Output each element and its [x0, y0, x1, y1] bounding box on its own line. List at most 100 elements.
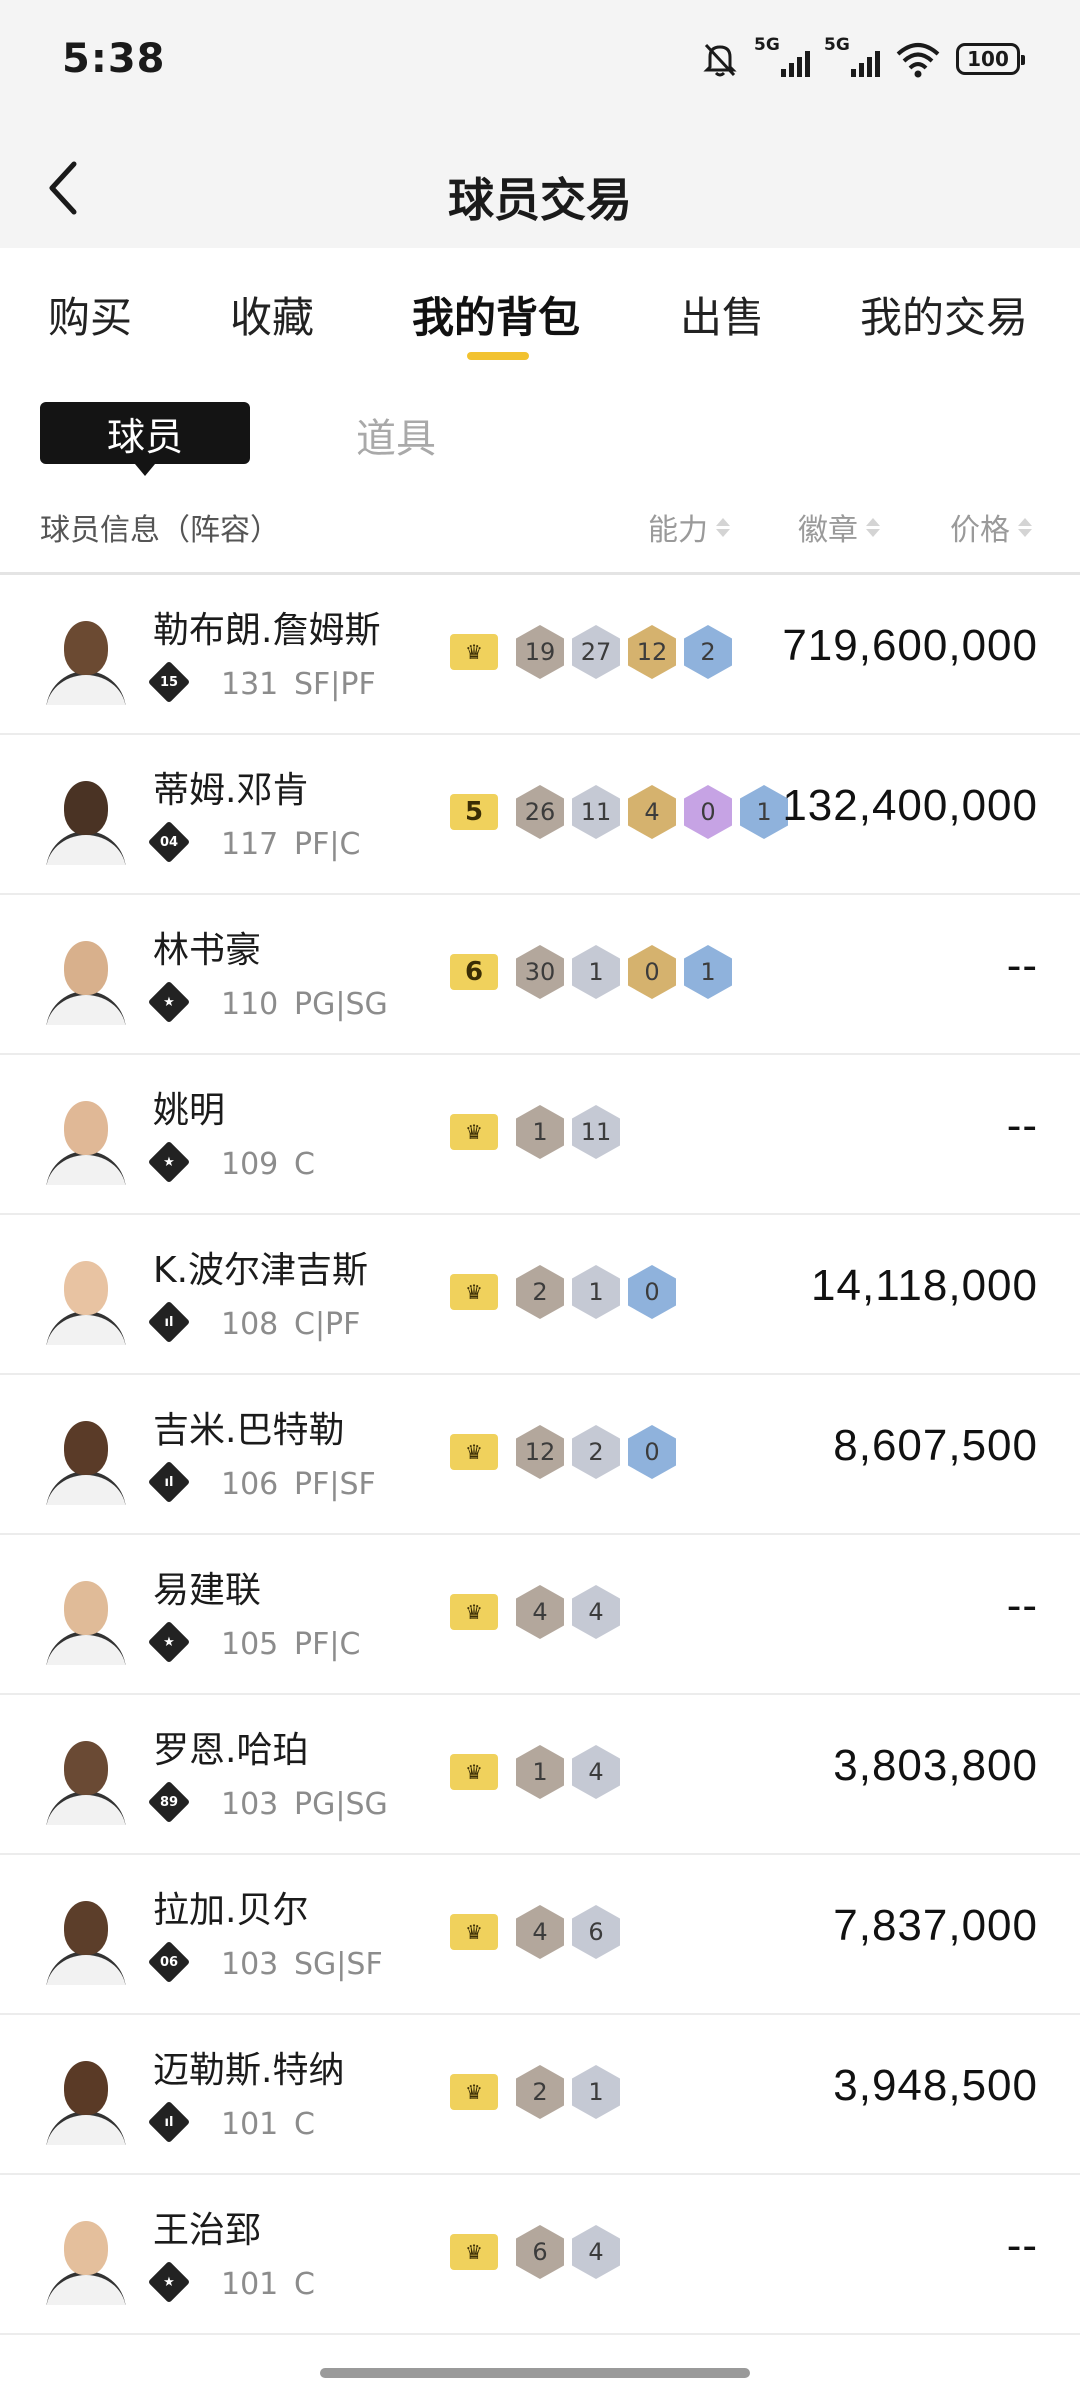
badge-count-hex: 2 — [516, 2065, 564, 2119]
player-price: -- — [1006, 2221, 1038, 2270]
player-row[interactable]: 林书豪 ★ 110 PG|SG 6 30 1 0 1 -- — [0, 895, 1080, 1055]
badge-group: ♛ 19 27 12 2 — [450, 625, 732, 679]
column-price[interactable]: 价格 — [950, 505, 1032, 549]
player-avatar — [40, 2045, 132, 2145]
player-row[interactable]: 蒂姆.邓肯 04 117 PF|C 5 26 11 4 0 1 132,400,000 — [0, 735, 1080, 895]
badge-group: ♛ 2 1 0 — [450, 1265, 676, 1319]
subtab-players[interactable]: 球员 — [40, 402, 250, 476]
player-row[interactable]: 易建联 ★ 105 PF|C ♛ 4 4 -- — [0, 1535, 1080, 1695]
player-name: 王治郅 — [153, 2210, 262, 2251]
badge-count-hex: 12 — [628, 625, 676, 679]
badge-group: ♛ 12 2 0 — [450, 1425, 676, 1479]
tier-badge-icon: ıl — [147, 2100, 191, 2144]
status-icons: 5G 5G 100 — [700, 35, 1025, 82]
player-avatar — [40, 1405, 132, 1505]
tab-bar: 购买 收藏 我的背包 出售 我的交易 — [0, 248, 1080, 378]
player-row[interactable]: 勒布朗.詹姆斯 15 131 SF|PF ♛ 19 27 12 2 719,600,000 — [0, 575, 1080, 735]
column-badge[interactable]: 徽章 — [798, 505, 880, 549]
badge-group: ♛ 2 1 — [450, 2065, 620, 2119]
player-avatar — [40, 925, 132, 1025]
badge-group: 6 30 1 0 1 — [450, 945, 732, 999]
tier-badge-icon: ıl — [147, 1300, 191, 1344]
signal-icon: 5G — [824, 35, 880, 79]
player-price: -- — [1006, 941, 1038, 990]
player-row[interactable]: 迈勒斯.特纳 ıl 101 C ♛ 2 1 3,948,500 — [0, 2015, 1080, 2175]
player-name: 易建联 — [153, 1570, 262, 1611]
sort-icon — [716, 517, 730, 537]
player-row[interactable]: 姚明 ★ 109 C ♛ 1 11 -- — [0, 1055, 1080, 1215]
badge-count-hex: 0 — [684, 785, 732, 839]
status-time: 5:38 — [62, 36, 166, 82]
player-rating: 101 — [221, 2107, 279, 2142]
player-rating: 117 — [221, 827, 279, 862]
badge-count-hex: 4 — [628, 785, 676, 839]
badge-count-hex: 4 — [572, 1745, 620, 1799]
network-label: 5G — [824, 35, 850, 55]
badge-count-hex: 12 — [516, 1425, 564, 1479]
player-name: 吉米.巴特勒 — [153, 1410, 345, 1451]
player-price: 3,803,800 — [833, 1741, 1038, 1790]
badge-count-hex: 4 — [572, 2225, 620, 2279]
player-price: 7,837,000 — [833, 1901, 1038, 1950]
tab-my-backpack[interactable]: 我的背包 — [412, 284, 580, 345]
player-position: PG|SG — [294, 987, 388, 1022]
player-price: -- — [1006, 1581, 1038, 1630]
player-position: PF|C — [294, 827, 361, 862]
tab-sell[interactable]: 出售 — [680, 284, 764, 345]
player-price: -- — [1006, 1101, 1038, 1150]
tab-my-trades[interactable]: 我的交易 — [860, 284, 1028, 345]
tier-badge-icon: 15 — [147, 660, 191, 704]
tier-badge-label: 04 — [159, 834, 179, 850]
tab-favorites[interactable]: 收藏 — [230, 284, 314, 345]
badge-count-hex: 26 — [516, 785, 564, 839]
player-row[interactable]: K.波尔津吉斯 ıl 108 C|PF ♛ 2 1 0 14,118,000 — [0, 1215, 1080, 1375]
badge-count-hex: 0 — [628, 945, 676, 999]
tier-badge-icon: ★ — [147, 980, 191, 1024]
player-row[interactable]: 拉加.贝尔 06 103 SG|SF ♛ 4 6 7,837,000 — [0, 1855, 1080, 2015]
column-ability[interactable]: 能力 — [648, 505, 730, 549]
badge-count-hex: 1 — [516, 1105, 564, 1159]
badge-count-hex: 0 — [628, 1425, 676, 1479]
player-position: C — [294, 2267, 315, 2302]
player-name: 拉加.贝尔 — [153, 1890, 309, 1931]
badge-count-hex: 4 — [572, 1585, 620, 1639]
column-price-label: 价格 — [950, 513, 1010, 548]
badge-count-hex: 6 — [516, 2225, 564, 2279]
player-avatar — [40, 765, 132, 865]
column-badge-label: 徽章 — [798, 513, 858, 548]
player-row[interactable]: 王治郅 ★ 101 C ♛ 6 4 -- — [0, 2175, 1080, 2335]
badge-count-hex: 1 — [684, 945, 732, 999]
crown-icon: ♛ — [450, 1754, 498, 1790]
player-name: 姚明 — [153, 1090, 226, 1131]
player-rating: 110 — [221, 987, 279, 1022]
player-row[interactable]: 罗恩.哈珀 89 103 PG|SG ♛ 1 4 3,803,800 — [0, 1695, 1080, 1855]
badge-count-hex: 4 — [516, 1905, 564, 1959]
badge-count-hex: 11 — [572, 1105, 620, 1159]
player-position: C — [294, 1147, 315, 1182]
player-position: SG|SF — [294, 1947, 383, 1982]
player-price: 14,118,000 — [811, 1261, 1038, 1310]
badge-count-hex: 19 — [516, 625, 564, 679]
tab-buy[interactable]: 购买 — [48, 284, 132, 345]
badge-count-hex: 4 — [516, 1585, 564, 1639]
tier-badge-icon: 06 — [147, 1940, 191, 1984]
badge-group: 5 26 11 4 0 1 — [450, 785, 788, 839]
player-position: C — [294, 2107, 315, 2142]
tier-badge-label: ★ — [163, 1154, 175, 1170]
player-name: 罗恩.哈珀 — [153, 1730, 309, 1771]
player-rating: 103 — [221, 1787, 279, 1822]
badge-count-hex: 0 — [628, 1265, 676, 1319]
tier-badge-icon: 04 — [147, 820, 191, 864]
home-indicator[interactable] — [320, 2368, 750, 2378]
tier-badge-icon: ★ — [147, 1140, 191, 1184]
crown-icon: ♛ — [450, 1594, 498, 1630]
badge-count-hex: 2 — [684, 625, 732, 679]
badge-count-hex: 2 — [572, 1425, 620, 1479]
player-name: 林书豪 — [153, 930, 262, 971]
player-row[interactable]: 吉米.巴特勒 ıl 106 PF|SF ♛ 12 2 0 8,607,500 — [0, 1375, 1080, 1535]
sort-icon — [1018, 517, 1032, 537]
player-avatar — [40, 1245, 132, 1345]
sort-icon — [866, 517, 880, 537]
subtab-items[interactable]: 道具 — [356, 406, 436, 464]
level-badge: 6 — [450, 954, 498, 990]
